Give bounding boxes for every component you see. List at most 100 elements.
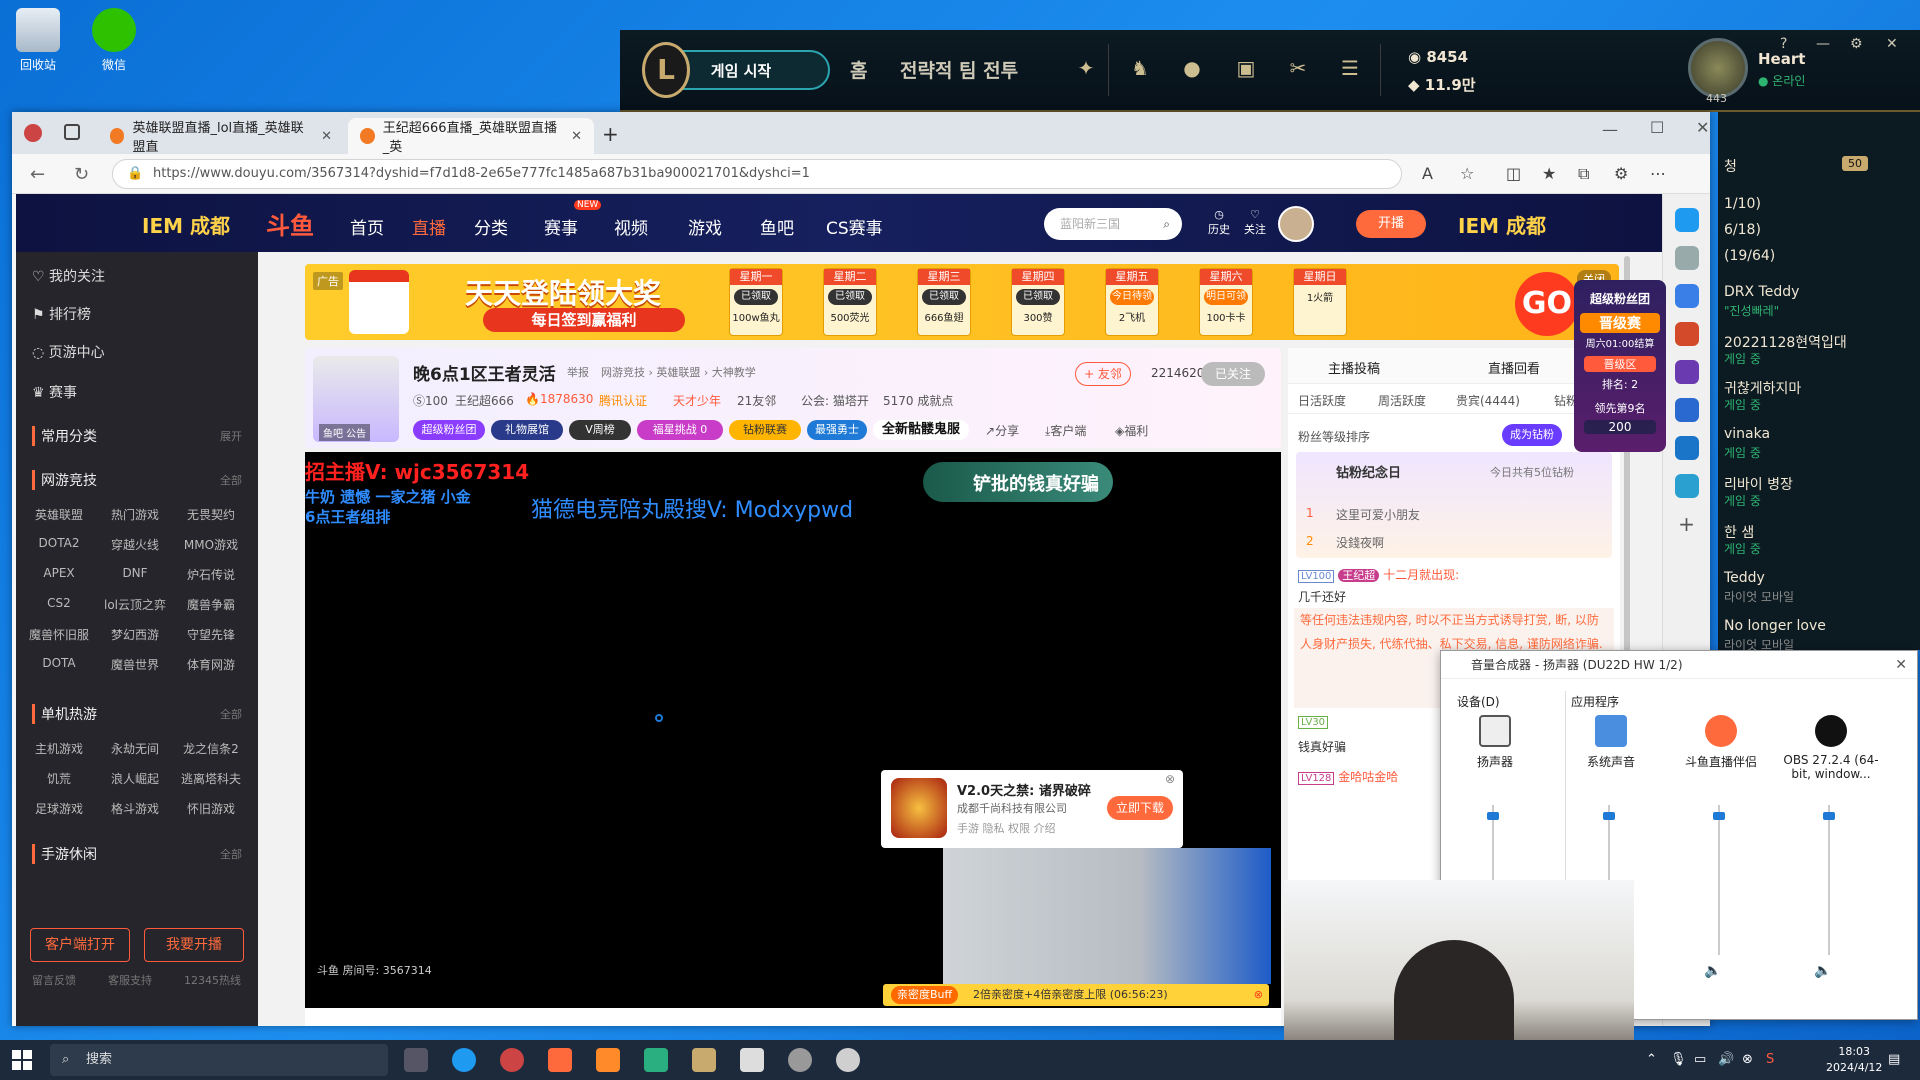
signin-day[interactable]: 星期日 1火箭 bbox=[1293, 268, 1347, 336]
minimize-button[interactable]: — bbox=[1816, 36, 1830, 52]
category-item[interactable]: 炉石传说 bbox=[174, 566, 248, 583]
slider-thumb[interactable] bbox=[1823, 812, 1835, 820]
favorites-icon[interactable]: ★ bbox=[1542, 164, 1556, 183]
super-fan-rank-card[interactable]: 超级粉丝团 晋级赛 周六01:00结算 晋级区 排名: 2 领先第9名 200 bbox=[1574, 280, 1666, 452]
settings-icon[interactable] bbox=[788, 1048, 812, 1072]
notifications-icon[interactable]: ▤ bbox=[1888, 1052, 1900, 1067]
games-icon[interactable] bbox=[1674, 360, 1699, 384]
new-tab-icon[interactable]: + bbox=[602, 122, 619, 146]
back-icon[interactable]: ← bbox=[30, 164, 45, 185]
tray-app-icon[interactable]: ⊗ bbox=[1742, 1052, 1753, 1067]
chip-warrior[interactable]: 最强勇士 bbox=[807, 420, 867, 440]
streamer-name[interactable]: 王纪超666 bbox=[455, 392, 514, 409]
history-button[interactable]: ◷ 历史 bbox=[1202, 208, 1236, 237]
tab-lol-live[interactable]: 英雄联盟直播_lol直播_英雄联盟直 ✕ bbox=[98, 118, 344, 155]
app-icon[interactable] bbox=[740, 1048, 764, 1072]
menu-events[interactable]: 赛事 bbox=[544, 214, 578, 239]
add-friend-button[interactable]: + 友邻 bbox=[1075, 362, 1131, 386]
chip-gift-hall[interactable]: 礼物展馆 bbox=[491, 420, 563, 440]
friend-name[interactable]: 귀찮게하지마 bbox=[1724, 378, 1801, 398]
more-icon[interactable]: ⋯ bbox=[1650, 164, 1666, 183]
close-button[interactable]: ✕ bbox=[1696, 118, 1709, 137]
volume-slider[interactable] bbox=[1823, 805, 1835, 955]
video-player[interactable]: 招主播V: wjc3567314 牛奶 遗憾 一家之猪 小金 6点王者组排 猫德… bbox=[305, 452, 1281, 1008]
menu-cs-events[interactable]: CS赛事 bbox=[826, 214, 883, 239]
category-item[interactable]: 无畏契约 bbox=[174, 506, 248, 523]
fan-rank-sort[interactable]: 粉丝等级排序 bbox=[1298, 428, 1370, 445]
target-icon[interactable]: ✦ bbox=[1074, 56, 1098, 80]
friend-name[interactable]: 한 샘 bbox=[1724, 522, 1754, 542]
task-view-icon[interactable] bbox=[404, 1048, 428, 1072]
download-button[interactable]: 立即下载 bbox=[1107, 796, 1173, 820]
go-button[interactable]: GO bbox=[1515, 272, 1579, 336]
friend-name[interactable]: 리바이 병장 bbox=[1724, 474, 1793, 494]
slider-thumb[interactable] bbox=[1487, 812, 1499, 820]
chat-username[interactable]: 十二月就出现: bbox=[1383, 568, 1459, 582]
nav-my-follows[interactable]: ♡ 我的关注 bbox=[32, 266, 105, 286]
collections-icon[interactable]: ⧉ bbox=[1578, 164, 1589, 184]
add-icon[interactable]: + bbox=[1675, 512, 1699, 536]
home-tab[interactable]: 홈 bbox=[850, 56, 867, 83]
search-icon[interactable] bbox=[1674, 246, 1699, 270]
category-item[interactable]: 足球游戏 bbox=[22, 800, 96, 817]
chip-v-week[interactable]: V周榜 bbox=[569, 420, 631, 440]
all-link[interactable]: 全部 bbox=[220, 706, 242, 722]
all-link[interactable]: 全部 bbox=[220, 472, 242, 488]
expand-link[interactable]: 展开 bbox=[220, 428, 242, 444]
category-breadcrumb[interactable]: 网游竞技 › 英雄联盟 › 大神教学 bbox=[601, 364, 756, 380]
category-item[interactable]: lol云顶之弈 bbox=[98, 596, 172, 613]
douyu-logo[interactable]: 斗鱼 bbox=[266, 206, 314, 241]
subtab-vip[interactable]: 贵宾(4444) bbox=[1456, 392, 1520, 409]
desktop-icon-recycle-bin[interactable]: 回收站 bbox=[6, 8, 70, 73]
friend-row[interactable]: 1/10) bbox=[1724, 196, 1761, 212]
desktop-icon-wechat[interactable]: 微信 bbox=[82, 8, 146, 73]
store-icon[interactable]: ☰ bbox=[1338, 56, 1362, 80]
slider-thumb[interactable] bbox=[1603, 812, 1615, 820]
favorite-icon[interactable]: ☆ bbox=[1460, 164, 1474, 183]
category-item[interactable]: DNF bbox=[98, 566, 172, 580]
app-icon[interactable] bbox=[644, 1048, 668, 1072]
category-item[interactable]: 怀旧游戏 bbox=[174, 800, 248, 817]
tab-actions-icon[interactable] bbox=[64, 124, 80, 140]
obs-taskbar-icon[interactable] bbox=[500, 1048, 524, 1072]
friend-row[interactable]: 청 bbox=[1724, 156, 1737, 176]
tab-posts[interactable]: 主播投稿 bbox=[1328, 358, 1380, 377]
category-item[interactable]: 格斗游戏 bbox=[98, 800, 172, 817]
friend-name[interactable]: No longer love bbox=[1724, 618, 1826, 634]
search-input[interactable]: 蓝阳新三国 ⌕ bbox=[1044, 208, 1182, 240]
client-open-button[interactable]: 客户端打开 bbox=[30, 928, 130, 962]
report-link[interactable]: 举报 bbox=[567, 364, 589, 380]
subtab-daily[interactable]: 日活跃度 bbox=[1298, 392, 1346, 409]
start-icon[interactable] bbox=[12, 1050, 32, 1070]
footer-support[interactable]: 客服支持 bbox=[108, 972, 152, 988]
lol-taskbar-icon[interactable] bbox=[692, 1048, 716, 1072]
reload-icon[interactable]: ↻ bbox=[74, 164, 89, 185]
signin-banner[interactable]: 广告 天天登陆领大奖 每日签到赢福利 星期一 已领取 100w鱼丸 星期二 已领取 500… bbox=[305, 264, 1619, 340]
category-item[interactable]: APEX bbox=[22, 566, 96, 580]
close-popup-icon[interactable]: ⊗ bbox=[1165, 772, 1175, 786]
category-item[interactable]: DOTA bbox=[22, 656, 96, 670]
all-link[interactable]: 全部 bbox=[220, 846, 242, 862]
category-item[interactable]: 守望先锋 bbox=[174, 626, 248, 643]
menu-category[interactable]: 分类 bbox=[474, 214, 508, 239]
intimacy-buff-bar[interactable]: 亲密度Buff 2倍亲密度+4倍亲密度上限 (06:56:23) ⊗ bbox=[883, 984, 1269, 1006]
category-item[interactable]: 饥荒 bbox=[22, 770, 96, 787]
maximize-button[interactable]: ☐ bbox=[1650, 118, 1664, 137]
search-icon[interactable]: ⌕ bbox=[1163, 208, 1170, 240]
rank1-name[interactable]: 这里可爱小朋友 bbox=[1336, 506, 1420, 523]
welfare-button[interactable]: ◈福利 bbox=[1115, 422, 1148, 439]
go-live-button[interactable]: 开播 bbox=[1356, 210, 1426, 238]
slider-thumb[interactable] bbox=[1713, 812, 1725, 820]
category-item[interactable]: 浪人崛起 bbox=[98, 770, 172, 787]
category-item[interactable]: 主机游戏 bbox=[22, 740, 96, 757]
signin-day[interactable]: 星期四 已领取 300赞 bbox=[1011, 268, 1065, 336]
avatar-label[interactable]: 鱼吧 公告 bbox=[319, 424, 371, 441]
chip-lucky-star[interactable]: 福星挑战 0 bbox=[637, 420, 723, 440]
shopping-icon[interactable] bbox=[1674, 284, 1699, 308]
douyu-taskbar-icon[interactable] bbox=[548, 1048, 572, 1072]
guild-label[interactable]: 公会: 猫塔开 bbox=[801, 392, 869, 409]
tray-app-icon[interactable]: S bbox=[1766, 1052, 1774, 1067]
url-input[interactable]: 🔒 https://www.douyu.com/3567314?dyshid=f… bbox=[112, 159, 1402, 189]
office-icon[interactable] bbox=[1674, 398, 1699, 422]
category-item[interactable]: 英雄联盟 bbox=[22, 506, 96, 523]
